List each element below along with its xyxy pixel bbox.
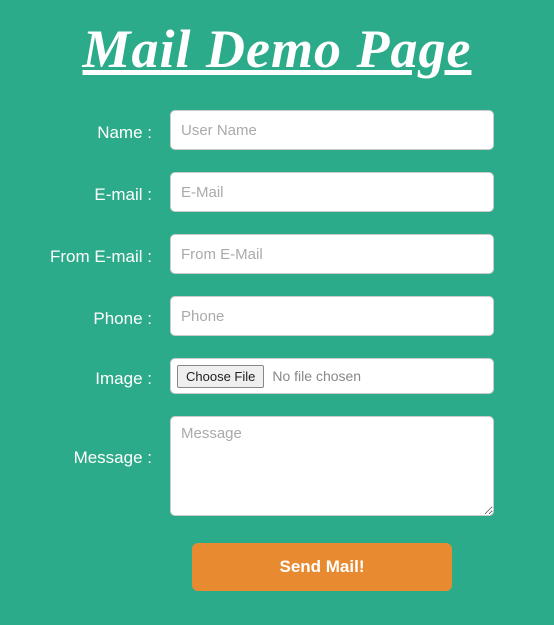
phone-input[interactable]: [170, 296, 494, 336]
send-mail-button[interactable]: Send Mail!: [192, 543, 452, 591]
name-input[interactable]: [170, 110, 494, 150]
row-from-email: From E-mail :: [30, 234, 494, 274]
email-input[interactable]: [170, 172, 494, 212]
label-image: Image :: [30, 363, 170, 389]
label-message: Message :: [30, 416, 170, 468]
label-email: E-mail :: [30, 179, 170, 205]
row-email: E-mail :: [30, 172, 494, 212]
row-phone: Phone :: [30, 296, 494, 336]
page-title: Mail Demo Page: [0, 0, 554, 90]
row-name: Name :: [30, 110, 494, 150]
image-file-input[interactable]: Choose File No file chosen: [170, 358, 494, 394]
mail-form: Name : E-mail : From E-mail : Phone : Im…: [0, 90, 554, 591]
message-textarea[interactable]: [170, 416, 494, 516]
label-from-email: From E-mail :: [30, 241, 170, 267]
row-message: Message :: [30, 416, 494, 521]
choose-file-button[interactable]: Choose File: [177, 365, 264, 388]
submit-row: Send Mail!: [30, 543, 494, 591]
from-email-input[interactable]: [170, 234, 494, 274]
file-status: No file chosen: [272, 368, 361, 384]
row-image: Image : Choose File No file chosen: [30, 358, 494, 394]
label-name: Name :: [30, 117, 170, 143]
label-phone: Phone :: [30, 303, 170, 329]
